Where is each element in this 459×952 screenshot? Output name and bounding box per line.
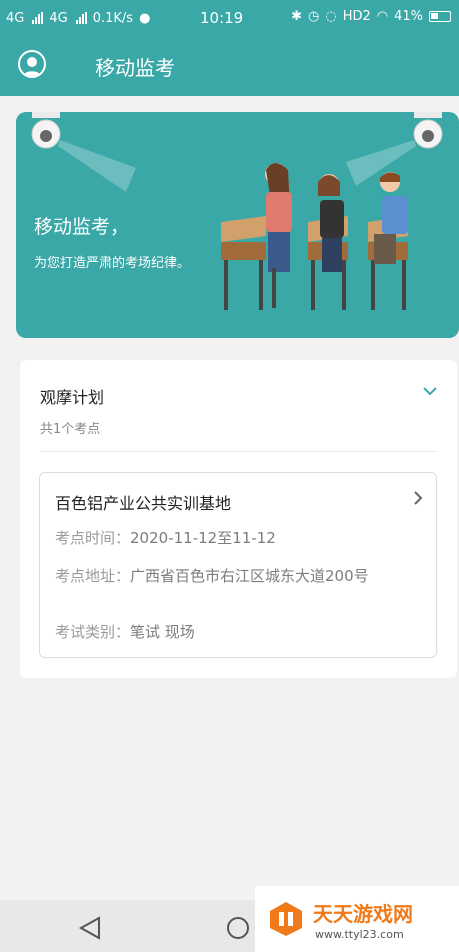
bluetooth-icon: ✱ — [291, 9, 302, 24]
exam-site-item[interactable]: 百色铝产业公共实训基地 考点时间：2020-11-12至11-12 考点地址：广… — [39, 472, 437, 658]
hero-banner: 移动监考， 为您打造严肃的考场纪律。 — [16, 112, 459, 338]
back-icon[interactable] — [78, 916, 100, 940]
status-bar: 4G 4G 0.1K/s ● 10:19 ✱ ◷ ◌ HD2 ◠ 41% — [0, 0, 459, 36]
chevron-down-icon[interactable] — [421, 382, 439, 400]
site-time-row: 考点时间：2020-11-12至11-12 — [55, 527, 427, 549]
watermark-title: 天天游戏网 — [313, 902, 413, 926]
status-time: 10:19 — [200, 9, 244, 27]
alarm-icon: ◷ — [308, 9, 320, 24]
app-bar: 移动监考 — [0, 36, 459, 96]
site-time-label: 考点时间： — [55, 529, 131, 547]
battery-percent: 41% — [394, 9, 423, 24]
camera-icon-left — [31, 112, 136, 192]
watermark: 天天游戏网 www.ttyl23.com — [255, 886, 459, 952]
site-type-row: 考试类别：笔试 现场 — [55, 621, 427, 643]
network-label-2: 4G — [49, 10, 68, 26]
page-title: 移动监考 — [95, 56, 175, 80]
site-type-label: 考试类别： — [55, 623, 131, 641]
mute-icon: ◌ — [325, 9, 337, 24]
user-avatar-icon[interactable] — [18, 50, 46, 78]
site-address-value: 广西省百色市右江区城东大道200号 — [130, 567, 369, 585]
signal-icon-2 — [75, 12, 87, 24]
sync-icon: ● — [139, 10, 151, 26]
watermark-logo-icon — [270, 902, 302, 936]
network-speed: 0.1K/s — [92, 10, 134, 26]
signal-icon — [32, 12, 44, 24]
top-header: 4G 4G 0.1K/s ● 10:19 ✱ ◷ ◌ HD2 ◠ 41% 移动监… — [0, 0, 459, 96]
home-icon[interactable] — [227, 917, 249, 939]
site-address-label: 考点地址： — [55, 567, 131, 585]
divider — [40, 451, 437, 452]
site-type-value: 笔试 现场 — [130, 623, 195, 641]
desk-1 — [221, 216, 266, 310]
plan-card: 观摩计划 共1个考点 百色铝产业公共实训基地 考点时间：2020-11-12至1… — [20, 360, 457, 678]
banner-headline: 移动监考， — [34, 216, 130, 238]
banner-subtitle: 为您打造严肃的考场纪律。 — [34, 256, 191, 271]
plan-title: 观摩计划 — [40, 388, 105, 407]
site-name: 百色铝产业公共实训基地 — [55, 494, 232, 513]
student-1 — [265, 163, 292, 308]
site-time-value: 2020-11-12至11-12 — [130, 529, 276, 547]
plan-count: 共1个考点 — [40, 422, 101, 437]
wifi-icon: ◠ — [376, 9, 389, 24]
battery-icon — [429, 11, 451, 22]
network-label-1: 4G — [6, 10, 25, 26]
watermark-url: www.ttyl23.com — [315, 928, 404, 941]
hd-label: HD2 — [342, 9, 371, 24]
site-address-row: 考点地址：广西省百色市右江区城东大道200号 — [55, 565, 427, 587]
chevron-right-icon[interactable] — [410, 489, 426, 507]
